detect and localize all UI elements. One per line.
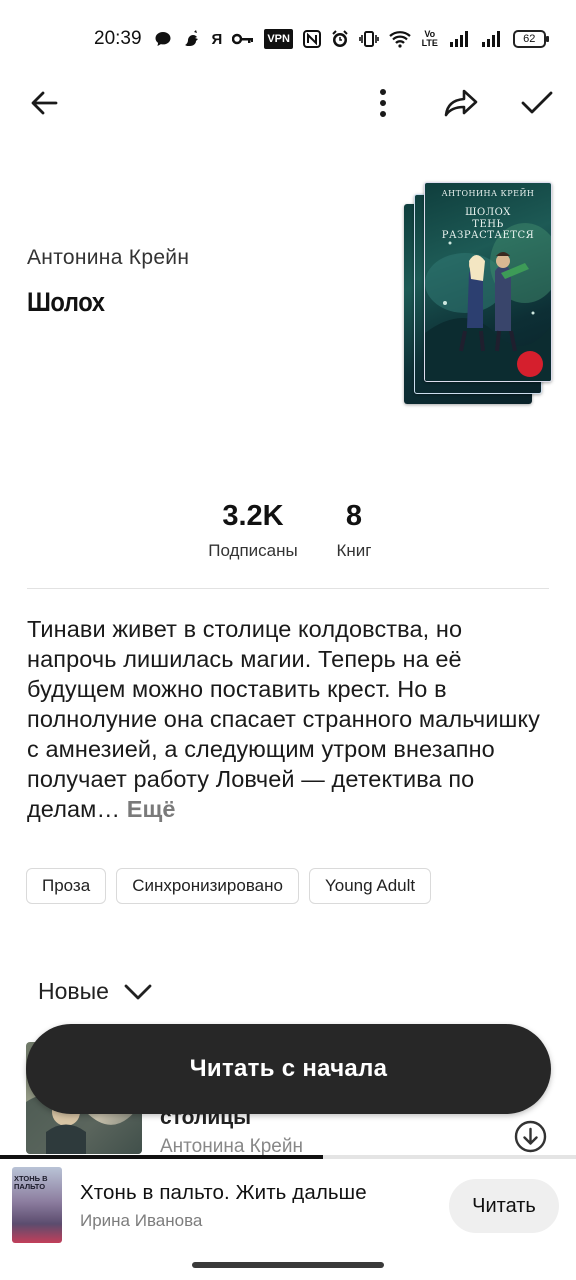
key-icon: [232, 29, 254, 49]
cover-front: АНТОНИНА КРЕЙН ШОЛОХ ТЕНЬ РАЗРАСТАЕТСЯ: [424, 182, 552, 382]
wifi-icon: [389, 29, 411, 49]
top-toolbar: [0, 78, 576, 128]
sort-dropdown[interactable]: Новые: [38, 978, 153, 1005]
share-button[interactable]: [436, 78, 486, 128]
mini-player-cover: ХТОНЬ В ПАЛЬТО: [12, 1167, 62, 1243]
subscribers-label: Подписаны: [208, 541, 298, 560]
chevron-down-icon: [124, 984, 152, 999]
mini-player-read-button[interactable]: Читать: [449, 1179, 559, 1233]
series-title: Шолох: [27, 287, 105, 317]
back-button[interactable]: [19, 78, 69, 128]
battery-icon: 62: [512, 30, 550, 48]
cover-author: АНТОНИНА КРЕЙН: [441, 189, 535, 198]
cover-title: ШОЛОХ: [465, 207, 511, 218]
more-options-button[interactable]: [358, 78, 408, 128]
mini-cover-title: ХТОНЬ В ПАЛЬТО: [14, 1174, 48, 1191]
volte-icon: Vo LTE: [421, 29, 438, 48]
signal-icon: [449, 29, 471, 49]
more-vertical-icon: [380, 89, 386, 117]
show-more-link[interactable]: Ещё: [127, 796, 176, 822]
vibrate-icon: [359, 29, 379, 49]
share-icon: [444, 89, 478, 117]
mini-player-progress-fill: [0, 1155, 323, 1159]
books-count: 8: [345, 500, 363, 532]
series-cover-stack: АНТОНИНА КРЕЙН ШОЛОХ ТЕНЬ РАЗРАСТАЕТСЯ: [404, 182, 552, 406]
read-from-start-button[interactable]: Читать с начала: [26, 1024, 551, 1114]
mini-player-progress: [0, 1155, 576, 1159]
books-label: Книг: [336, 541, 372, 560]
tag-list: Проза Синхронизировано Young Adult: [26, 868, 432, 904]
vpn-icon: VPN: [264, 29, 293, 49]
checkmark-icon: [521, 91, 553, 114]
sort-label: Новые: [38, 978, 109, 1004]
divider: [27, 588, 549, 589]
home-indicator[interactable]: [192, 1262, 384, 1268]
chat-icon: [154, 29, 172, 49]
dragon-icon: [182, 29, 202, 49]
download-icon: [514, 1120, 547, 1153]
mini-player-title: Хтонь в пальто. Жить дальше: [80, 1181, 367, 1204]
signal-icon: [481, 29, 503, 49]
cover-badge: [517, 351, 543, 377]
mini-player-author: Ирина Иванова: [80, 1211, 203, 1230]
subscribers-stat: 3.2K Подписаны: [198, 500, 308, 561]
status-bar: 20:39 Я VPN Vo LTE 62: [94, 22, 550, 56]
subscribers-count: 3.2K: [222, 500, 284, 532]
alarm-icon: [331, 29, 349, 49]
download-button[interactable]: [514, 1120, 547, 1153]
tag-prose[interactable]: Проза: [26, 868, 107, 904]
books-stat: 8 Книг: [323, 500, 385, 561]
subscribe-check-button[interactable]: [512, 78, 562, 128]
cover-subtitle: ТЕНЬ РАЗРАСТАЕТСЯ: [441, 219, 535, 241]
nfc-icon: [302, 29, 321, 49]
back-arrow-icon: [31, 91, 58, 115]
ya-icon: Я: [211, 30, 223, 48]
tag-synced[interactable]: Синхронизировано: [116, 868, 299, 904]
status-time: 20:39: [94, 28, 142, 49]
series-author[interactable]: Антонина Крейн: [27, 246, 189, 270]
series-description[interactable]: Тинави живет в столице колдовства, но на…: [27, 614, 557, 824]
tag-young-adult[interactable]: Young Adult: [308, 868, 432, 904]
description-text: Тинави живет в столице колдовства, но на…: [27, 616, 540, 822]
